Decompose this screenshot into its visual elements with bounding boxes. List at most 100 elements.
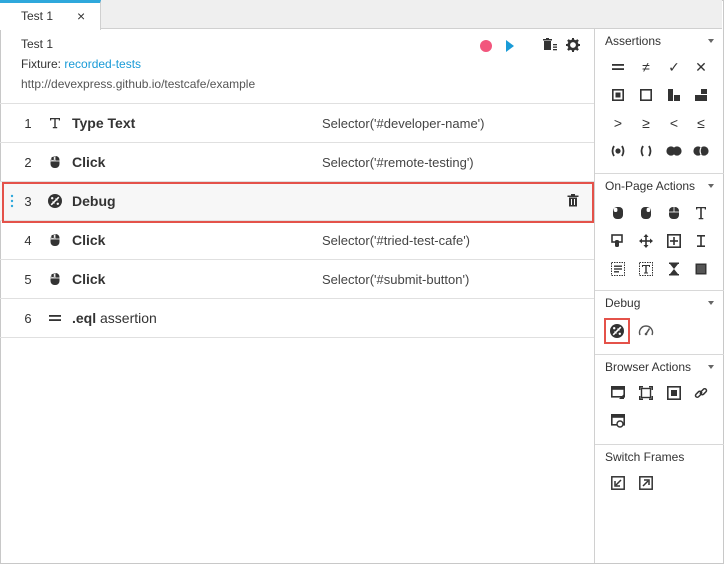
- section-title[interactable]: Switch Frames: [605, 450, 684, 464]
- switch-frames-section: Switch Frames: [595, 445, 724, 501]
- step-selector: Selector('#developer-name'): [322, 116, 485, 131]
- drag-to-element-icon[interactable]: [665, 232, 683, 250]
- debug-icon: [47, 193, 63, 209]
- resize-window-icon[interactable]: [609, 384, 627, 402]
- assertion-method: .eql: [72, 310, 97, 326]
- step-row[interactable]: 4 Click Selector('#tried-test-cafe'): [0, 221, 594, 260]
- tab-close-icon[interactable]: ×: [77, 8, 85, 24]
- browser-actions-section: Browser Actions: [595, 355, 724, 445]
- step-row[interactable]: 5 Click Selector('#submit-button'): [0, 260, 594, 299]
- section-title[interactable]: Browser Actions: [605, 360, 691, 374]
- step-name: Click: [72, 271, 106, 287]
- record-button[interactable]: [480, 40, 492, 52]
- collapse-caret-icon[interactable]: [708, 301, 714, 305]
- assert-contains-icon[interactable]: [609, 86, 627, 104]
- step-number: 5: [24, 272, 32, 287]
- hover-icon[interactable]: [609, 232, 627, 250]
- step-name: .eql assertion: [72, 310, 157, 326]
- collapse-caret-icon[interactable]: [708, 365, 714, 369]
- wait-icon[interactable]: [665, 260, 683, 278]
- assert-not-eq-icon[interactable]: ≠: [637, 58, 655, 76]
- double-click-icon[interactable]: [665, 204, 683, 222]
- tab-label: Test 1: [21, 9, 54, 23]
- assert-match-icon[interactable]: [665, 142, 683, 160]
- gear-icon[interactable]: [566, 38, 580, 55]
- resize-to-fit-icon[interactable]: [665, 384, 683, 402]
- mouse-click-icon: [47, 154, 63, 170]
- assertions-section: Assertions ≠ ✓ ✕ > ≥ < ≤: [595, 29, 724, 174]
- navigate-link-icon[interactable]: [692, 384, 710, 402]
- collapse-caret-icon[interactable]: [708, 184, 714, 188]
- mouse-click-icon: [47, 232, 63, 248]
- click-icon[interactable]: [609, 204, 627, 222]
- drag-handle-icon[interactable]: [10, 194, 14, 208]
- switch-to-main-window-icon[interactable]: [637, 474, 655, 492]
- section-title[interactable]: On-Page Actions: [605, 179, 695, 193]
- set-files-icon[interactable]: [692, 260, 710, 278]
- assert-not-within-icon[interactable]: [637, 142, 655, 160]
- step-name: Click: [72, 232, 106, 248]
- fixture-label: Fixture:: [21, 57, 62, 71]
- step-number: 1: [24, 116, 32, 131]
- assert-gte-icon[interactable]: ≥: [637, 114, 655, 132]
- actions-panel: Assertions ≠ ✓ ✕ > ≥ < ≤ On-Page Actions: [594, 29, 724, 563]
- right-click-icon[interactable]: [637, 204, 655, 222]
- step-number: 2: [24, 155, 32, 170]
- step-number: 6: [24, 311, 32, 326]
- tab-bar: Test 1 ×: [0, 0, 722, 30]
- section-title[interactable]: Debug: [605, 296, 640, 310]
- step-name: Debug: [72, 193, 116, 209]
- step-number: 3: [24, 194, 32, 209]
- fixture-link[interactable]: recorded-tests: [64, 57, 141, 71]
- select-text-icon[interactable]: [692, 232, 710, 250]
- step-selector: Selector('#submit-button'): [322, 272, 470, 287]
- fixture-line: Fixture: recorded-tests: [21, 57, 141, 71]
- speed-gauge-icon[interactable]: [637, 322, 655, 340]
- drag-icon[interactable]: [637, 232, 655, 250]
- test-header: Test 1 Fixture: recorded-tests http://de…: [0, 29, 594, 104]
- on-page-actions-section: On-Page Actions: [595, 174, 724, 291]
- mouse-click-icon: [47, 271, 63, 287]
- assert-within-icon[interactable]: [609, 142, 627, 160]
- test-url: http://devexpress.github.io/testcafe/exa…: [21, 77, 256, 91]
- assert-not-contains-icon[interactable]: [637, 86, 655, 104]
- step-row-selected[interactable]: 3 Debug: [0, 182, 594, 223]
- test-editor: Test 1 Fixture: recorded-tests http://de…: [0, 29, 594, 563]
- select-textarea-content-icon[interactable]: [609, 260, 627, 278]
- debug-section: Debug: [595, 291, 724, 355]
- delete-step-icon[interactable]: [567, 194, 579, 210]
- assertion-suffix: assertion: [96, 310, 157, 326]
- collapse-caret-icon[interactable]: [708, 39, 714, 43]
- assert-not-type-of-icon[interactable]: [692, 86, 710, 104]
- step-name: Type Text: [72, 115, 136, 131]
- step-name: Click: [72, 154, 106, 170]
- maximize-window-icon[interactable]: [637, 384, 655, 402]
- step-row[interactable]: 6 .eql assertion: [0, 299, 594, 338]
- eql-icon: [47, 310, 63, 326]
- play-button[interactable]: [506, 40, 514, 52]
- assert-type-of-icon[interactable]: [665, 86, 683, 104]
- assert-lte-icon[interactable]: ≤: [692, 114, 710, 132]
- delete-all-steps-icon[interactable]: [543, 38, 557, 55]
- assert-gt-icon[interactable]: >: [609, 114, 627, 132]
- assert-lt-icon[interactable]: <: [665, 114, 683, 132]
- take-screenshot-icon[interactable]: [609, 412, 627, 430]
- debug-action-icon[interactable]: [608, 322, 626, 340]
- type-text-action-icon[interactable]: [692, 204, 710, 222]
- tab-test-1[interactable]: Test 1 ×: [0, 0, 101, 30]
- assert-ok-icon[interactable]: ✓: [665, 58, 683, 76]
- assert-not-match-icon[interactable]: [692, 142, 710, 160]
- switch-to-iframe-icon[interactable]: [609, 474, 627, 492]
- step-row[interactable]: 1 Type Text Selector('#developer-name'): [0, 104, 594, 143]
- test-name: Test 1: [21, 37, 54, 51]
- section-title[interactable]: Assertions: [605, 34, 661, 48]
- type-text-icon: [47, 115, 63, 131]
- step-number: 4: [24, 233, 32, 248]
- step-row[interactable]: 2 Click Selector('#remote-testing'): [0, 143, 594, 182]
- step-selector: Selector('#remote-testing'): [322, 155, 474, 170]
- step-selector: Selector('#tried-test-cafe'): [322, 233, 471, 248]
- select-editable-content-icon[interactable]: [637, 260, 655, 278]
- step-list: 1 Type Text Selector('#developer-name') …: [0, 104, 594, 338]
- assert-not-ok-icon[interactable]: ✕: [692, 58, 710, 76]
- assert-eq-icon[interactable]: [609, 58, 627, 76]
